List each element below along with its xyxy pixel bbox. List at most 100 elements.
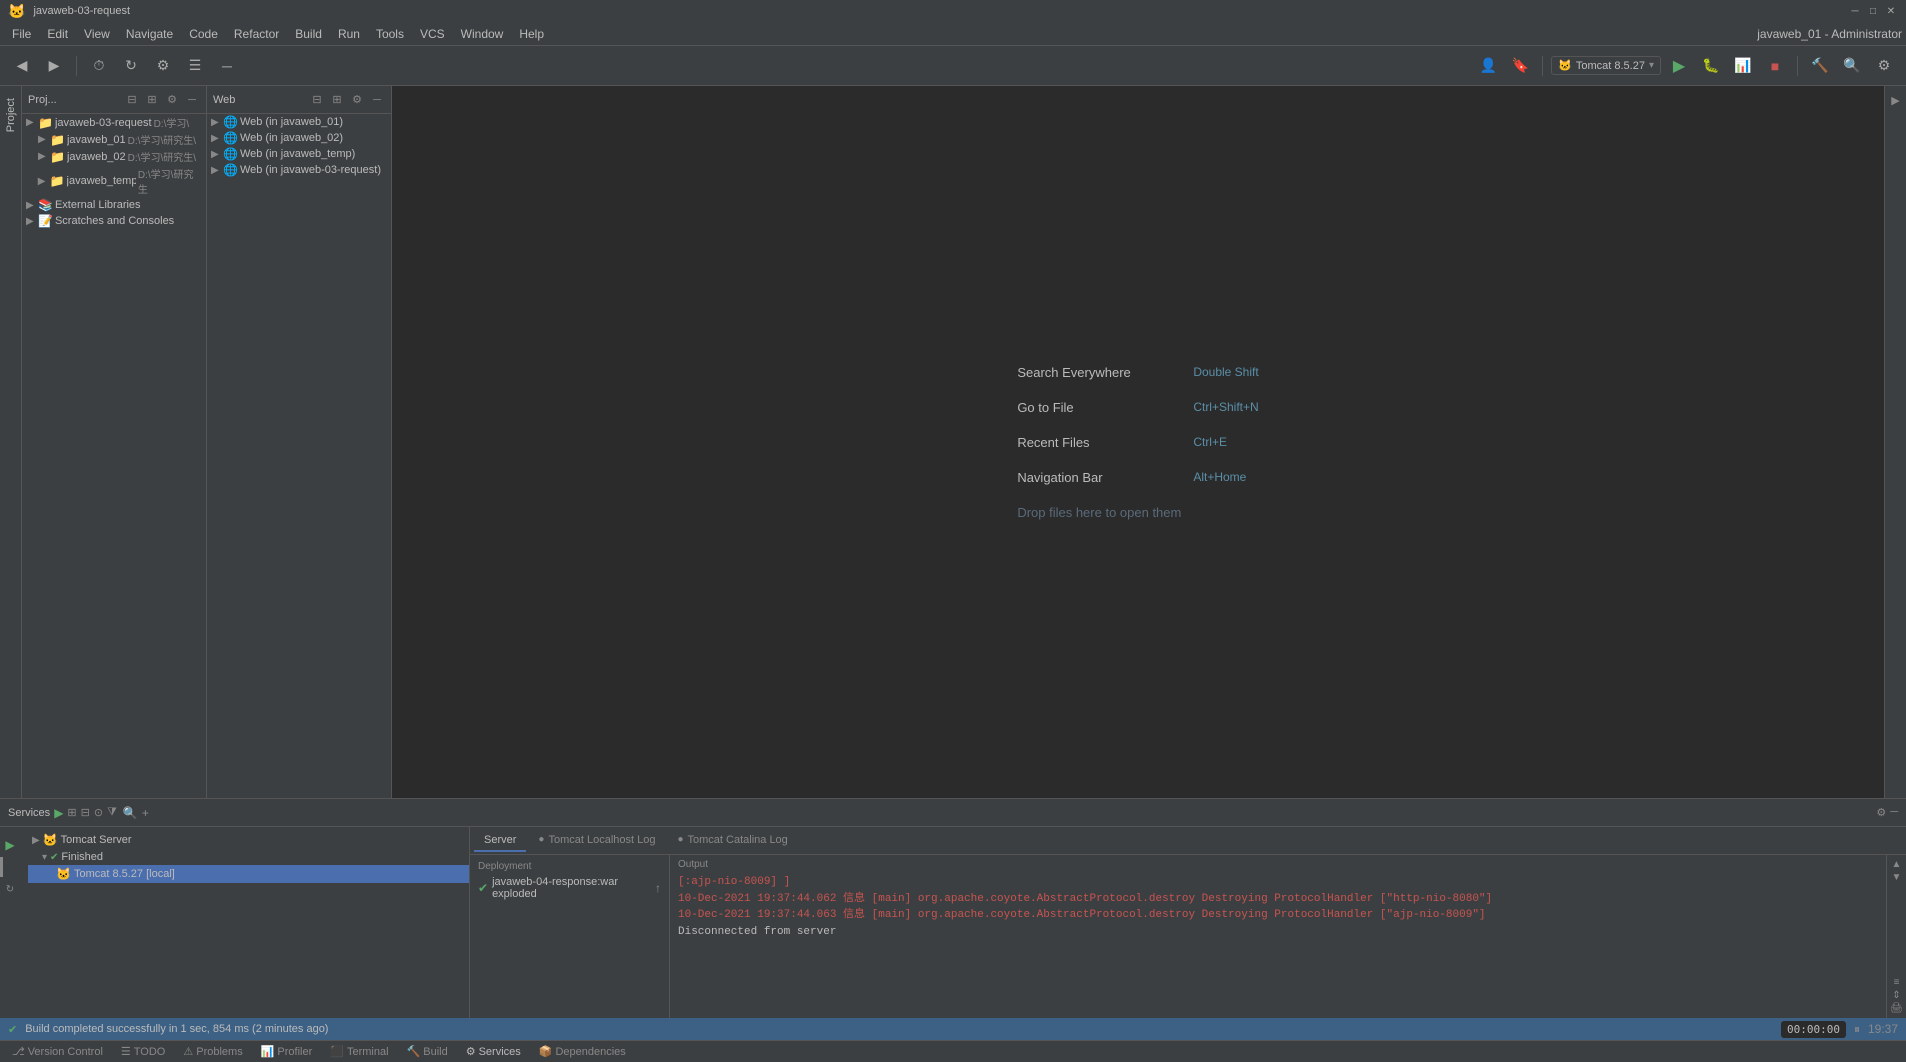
tree-item-external-libs[interactable]: ▶ 📚 External Libraries [22, 197, 206, 213]
web-minimize-btn[interactable]: ─ [369, 92, 385, 108]
run-config-selector[interactable]: 🐱 Tomcat 8.5.27 ▾ [1551, 56, 1661, 75]
svc-redeploy-btn[interactable]: ↻ [0, 879, 20, 899]
services-collapse-btn[interactable]: ⊟ [81, 806, 90, 819]
proj-collapse-btn[interactable]: ⊟ [124, 92, 140, 108]
menu-build[interactable]: Build [287, 25, 330, 43]
services-settings2-btn[interactable]: ⚙ [1876, 806, 1886, 819]
menu-run[interactable]: Run [330, 25, 368, 43]
forward-button[interactable]: ▶ [40, 52, 68, 80]
taskbar-version-control[interactable]: ⎇ Version Control [4, 1043, 111, 1060]
menu-help[interactable]: Help [511, 25, 552, 43]
scroll-down-arrow[interactable]: ▼ [1892, 872, 1902, 883]
tree-item-scratches[interactable]: ▶ 📝 Scratches and Consoles [22, 213, 206, 229]
services-run-btn[interactable]: ▶ [54, 806, 63, 820]
taskbar-dependencies[interactable]: 📦 Dependencies [531, 1043, 634, 1060]
web-icon: 🌐 [223, 147, 238, 161]
hint-label: Navigation Bar [1017, 470, 1177, 485]
services-filter-btn[interactable]: ⧩ [107, 806, 117, 819]
taskbar-profiler[interactable]: 📊 Profiler [253, 1043, 321, 1060]
search-button[interactable]: 🔍 [1838, 52, 1866, 80]
svc-item-tomcat8527[interactable]: 🐱 Tomcat 8.5.27 [local] [28, 865, 469, 883]
run-config-dropdown[interactable]: ▾ [1649, 60, 1654, 71]
right-strip-btn1[interactable]: ▶ [1891, 94, 1899, 107]
proj-minimize-btn[interactable]: ─ [184, 92, 200, 108]
web-item-javaweb02[interactable]: ▶ 🌐 Web (in javaweb_02) [207, 130, 391, 146]
debug-button[interactable]: 🐛 [1697, 52, 1725, 80]
menu-file[interactable]: File [4, 25, 39, 43]
tree-item-javaweb01[interactable]: ▶ 📁 javaweb_01 D:\学习\研究生\ [22, 131, 206, 148]
web-settings-btn[interactable]: ⚙ [349, 92, 365, 108]
print-btn[interactable]: 🖨 [1890, 1003, 1903, 1014]
settings2-button[interactable]: ⚙ [1870, 52, 1898, 80]
menu-edit[interactable]: Edit [39, 25, 76, 43]
config-button[interactable]: ☰ [181, 52, 209, 80]
services-header-right: ⚙ ─ [1876, 806, 1898, 819]
run-recent-button[interactable]: ⏱ [85, 52, 113, 80]
scroll-lines-btn[interactable]: ≡ [1894, 977, 1900, 988]
deploy-scroll-icon[interactable]: ↑ [655, 881, 661, 895]
web-icon: 🌐 [223, 115, 238, 129]
bookmark-button[interactable]: 🔖 [1506, 52, 1534, 80]
tree-item-javawebtemp[interactable]: ▶ 📁 javaweb_temp D:\学习\研究生 [22, 165, 206, 197]
arrow-icon: ▶ [38, 151, 48, 162]
tab-tomcat-localhost-log[interactable]: ● Tomcat Localhost Log [528, 830, 665, 852]
run-button[interactable]: ▶ [1665, 52, 1693, 80]
svc-stop-btn[interactable] [0, 857, 20, 877]
coverage-button[interactable]: 📊 [1729, 52, 1757, 80]
scroll-up-arrow[interactable]: ▲ [1892, 859, 1902, 870]
arrow-icon: ▶ [26, 117, 36, 128]
minimize-button[interactable]: ─ [1848, 4, 1862, 18]
services-icon: ⚙ [466, 1045, 476, 1058]
services-expand-btn[interactable]: ⊞ [67, 806, 76, 819]
output-label: Output [678, 859, 1878, 870]
services-panel-header: Services ▶ ⊞ ⊟ ⊙ ⧩ 🔍 + ⚙ ─ [0, 799, 1906, 827]
web-expand-btn[interactable]: ⊞ [329, 92, 345, 108]
taskbar-terminal[interactable]: ⬛ Terminal [322, 1043, 396, 1060]
todo-icon: ☰ [121, 1045, 131, 1058]
proj-settings-btn[interactable]: ⚙ [164, 92, 180, 108]
svc-item-finished[interactable]: ▾ ✔ Finished [28, 849, 469, 865]
tab-tomcat-catalina-log[interactable]: ● Tomcat Catalina Log [667, 830, 797, 852]
back-button[interactable]: ◀ [8, 52, 36, 80]
menu-vcs[interactable]: VCS [412, 25, 453, 43]
web-item-javaweb01[interactable]: ▶ 🌐 Web (in javaweb_01) [207, 114, 391, 130]
taskbar-build[interactable]: 🔨 Build [399, 1043, 456, 1060]
services-minimize-btn[interactable]: ─ [1890, 806, 1898, 819]
minimize-panel-button[interactable]: ─ [213, 52, 241, 80]
menu-tools[interactable]: Tools [368, 25, 412, 43]
services-panel: Services ▶ ⊞ ⊟ ⊙ ⧩ 🔍 + ⚙ ─ ▶ ↻ [0, 798, 1906, 1018]
services-group-btn[interactable]: ⊙ [94, 806, 103, 819]
proj-expand-btn[interactable]: ⊞ [144, 92, 160, 108]
close-button[interactable]: ✕ [1884, 4, 1898, 18]
web-item-javawebtemp[interactable]: ▶ 🌐 Web (in javaweb_temp) [207, 146, 391, 162]
taskbar-services[interactable]: ⚙ Services [458, 1043, 529, 1060]
scroll-align-btn[interactable]: ⇕ [1892, 990, 1900, 1001]
tree-item-javaweb02[interactable]: ▶ 📁 javaweb_02 D:\学习\研究生\ [22, 148, 206, 165]
svc-item-tomcat-server[interactable]: ▶ 🐱 Tomcat Server [28, 831, 469, 849]
update-button[interactable]: 👤 [1474, 52, 1502, 80]
menu-refactor[interactable]: Refactor [226, 25, 287, 43]
taskbar-problems[interactable]: ⚠ Problems [175, 1043, 250, 1060]
deployment-item[interactable]: ✔ javaweb-04-response:war exploded ↑ [474, 874, 665, 902]
stop-button[interactable]: ■ [1761, 52, 1789, 80]
menu-code[interactable]: Code [181, 25, 226, 43]
web-item-javaweb03request[interactable]: ▶ 🌐 Web (in javaweb-03-request) [207, 162, 391, 178]
web-collapse-btn[interactable]: ⊟ [309, 92, 325, 108]
build-button[interactable]: 🔨 [1806, 52, 1834, 80]
taskbar-todo[interactable]: ☰ TODO [113, 1043, 173, 1060]
svc-run-btn[interactable]: ▶ [0, 835, 20, 855]
services-add-btn[interactable]: + [142, 806, 149, 820]
refresh-button[interactable]: ↻ [117, 52, 145, 80]
timer-pause-btn[interactable]: ⏸ [1854, 1022, 1860, 1037]
terminal-label: Terminal [347, 1046, 389, 1058]
menu-navigate[interactable]: Navigate [118, 25, 181, 43]
tab-server[interactable]: Server [474, 830, 526, 852]
menu-window[interactable]: Window [453, 25, 512, 43]
services-filter2-btn[interactable]: 🔍 [123, 806, 138, 820]
maximize-button[interactable]: □ [1866, 4, 1880, 18]
project-tab-label[interactable]: Project [5, 98, 17, 132]
menu-view[interactable]: View [76, 25, 118, 43]
tree-label: javaweb_01 [67, 134, 126, 146]
settings-button[interactable]: ⚙ [149, 52, 177, 80]
tree-item-javaweb03request[interactable]: ▶ 📁 javaweb-03-request D:\学习\ [22, 114, 206, 131]
